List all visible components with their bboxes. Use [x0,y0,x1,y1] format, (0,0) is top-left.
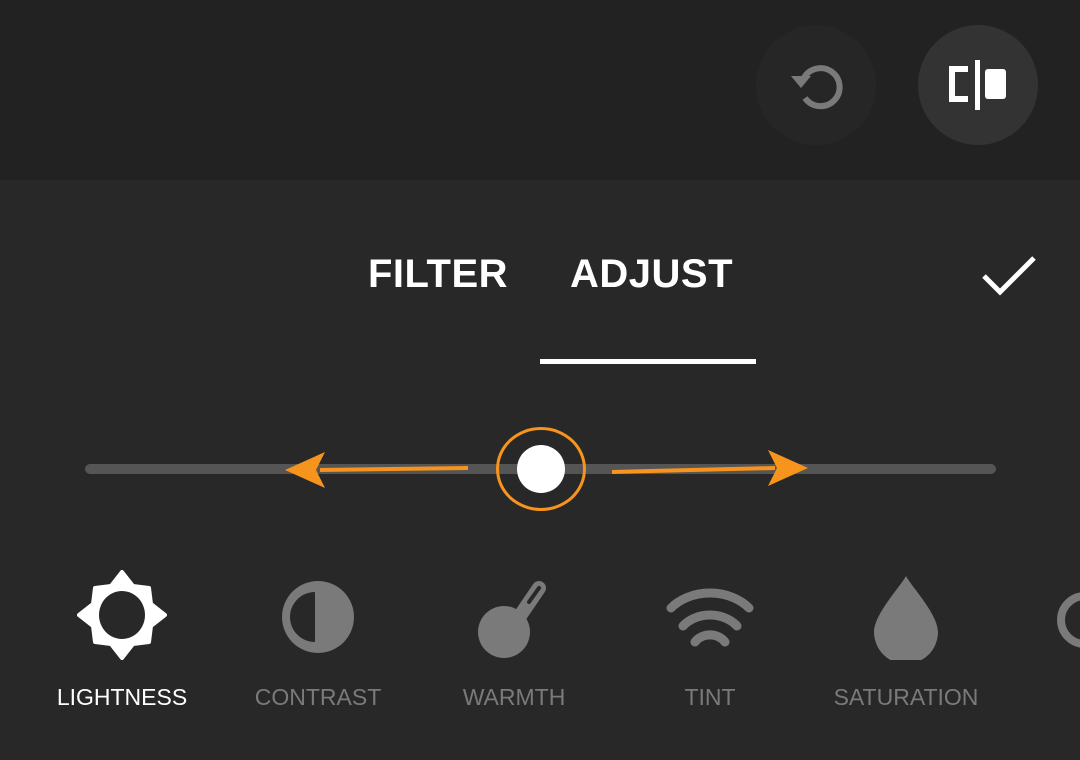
compare-split-icon [949,60,1006,110]
wifi-arcs-icon [666,588,754,647]
sun-icon [77,570,167,660]
tool-lightness[interactable]: LIGHTNESS [32,570,212,711]
tool-tint[interactable]: TINT [620,570,800,711]
droplet-icon [874,576,938,660]
active-tab-indicator [540,359,756,364]
top-toolbar [0,0,1080,180]
tool-saturation[interactable]: SATURATION [816,570,996,711]
slider-thumb[interactable] [495,427,586,511]
tool-label: CONTRAST [254,684,382,710]
tool-label: LIGHTNESS [56,684,188,710]
tool-label: TINT [684,684,736,710]
thermometer-icon [478,581,546,658]
reset-rotate-icon [791,65,843,110]
tool-contrast[interactable]: CONTRAST [228,570,408,711]
tool-label: SATURATION [833,684,979,710]
tool-warmth[interactable]: WARMTH [424,570,604,711]
compare-button[interactable] [918,25,1038,145]
reset-button[interactable] [756,25,876,145]
arrow-right-icon [611,466,776,474]
contrast-icon [282,581,354,653]
arrow-left-icon [319,466,469,472]
tool-label: WARMTH [462,684,566,710]
arrow-left-head [285,452,325,488]
tab-filter[interactable]: FILTER [368,252,508,297]
checkmark-icon[interactable] [980,252,1038,298]
tab-adjust[interactable]: ADJUST [570,252,733,297]
partial-tool-icon[interactable] [1055,580,1080,660]
